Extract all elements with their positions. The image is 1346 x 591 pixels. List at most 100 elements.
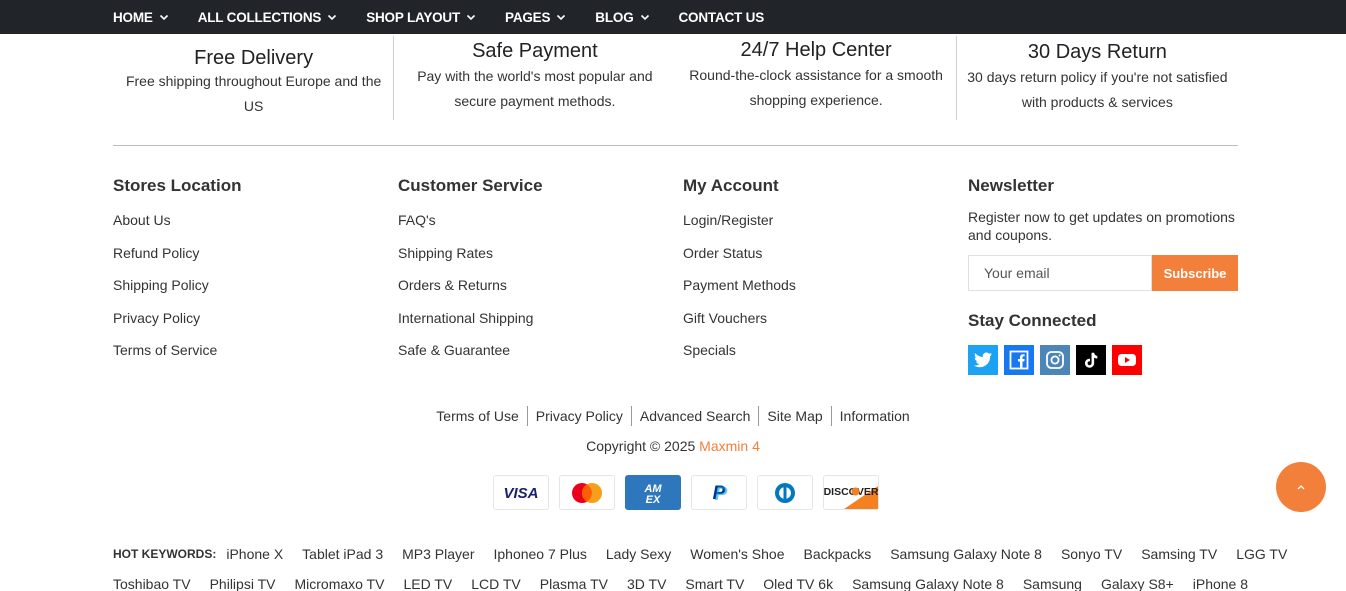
svg-text:P: P — [715, 484, 728, 504]
top-navigation: HOME ALL COLLECTIONS SHOP LAYOUT PAGES B… — [0, 0, 1346, 34]
nav-item-blog[interactable]: BLOG — [595, 10, 649, 25]
nav-item-pages[interactable]: PAGES — [505, 10, 566, 25]
footer-link[interactable]: Shipping Rates — [398, 244, 683, 262]
chevron-down-icon — [159, 12, 169, 22]
hot-keyword-link[interactable]: Samsung Galaxy Note 8 — [890, 546, 1042, 562]
hot-keyword-link[interactable]: Smart TV — [685, 576, 744, 591]
nav-item-shop-layout[interactable]: SHOP LAYOUT — [366, 10, 476, 25]
instagram-icon[interactable] — [1040, 345, 1070, 375]
social-links — [968, 345, 1238, 375]
bottom-link-site-map[interactable]: Site Map — [758, 406, 830, 426]
hot-keyword-link[interactable]: Lady Sexy — [606, 546, 671, 562]
twitter-icon[interactable] — [968, 345, 998, 375]
stay-connected-title: Stay Connected — [968, 311, 1097, 330]
hot-keyword-link[interactable]: Iphoneo 7 Plus — [493, 546, 586, 562]
footer-link[interactable]: FAQ's — [398, 211, 683, 229]
footer-link[interactable]: Order Status — [683, 244, 968, 262]
subscribe-button[interactable]: Subscribe — [1152, 255, 1238, 291]
footer-link[interactable]: Terms of Service — [113, 341, 398, 359]
hot-keyword-link[interactable]: LGG TV — [1236, 546, 1287, 562]
hot-keyword-link[interactable]: Plasma TV — [540, 576, 608, 591]
column-title: Stores Location — [113, 176, 242, 195]
footer-column-my-account: My Account Login/Register Order Status P… — [683, 175, 968, 374]
hot-keywords: HOT KEYWORDS: iPhone X Tablet iPad 3 MP3 P… — [113, 543, 1287, 591]
divider — [113, 145, 1238, 146]
nav-item-label: ALL COLLECTIONS — [197, 9, 322, 25]
feature-title: 30 Days Return — [1027, 41, 1167, 63]
payment-methods: VISA AM EX PP DISCOVER — [493, 475, 889, 510]
youtube-icon[interactable] — [1112, 345, 1142, 375]
footer-link[interactable]: Specials — [683, 341, 968, 359]
hot-keyword-link[interactable]: 3D TV — [627, 576, 666, 591]
footer-link[interactable]: Safe & Guarantee — [398, 341, 683, 359]
bottom-link-privacy[interactable]: Privacy Policy — [526, 406, 631, 426]
email-input[interactable] — [968, 255, 1152, 291]
bottom-link-information[interactable]: Information — [830, 406, 918, 426]
footer-link[interactable]: Orders & Returns — [398, 276, 683, 294]
footer-link[interactable]: Payment Methods — [683, 276, 968, 294]
footer-link[interactable]: Shipping Policy — [113, 276, 398, 294]
tiktok-icon[interactable] — [1076, 345, 1106, 375]
feature-free-delivery: Free Delivery Free shipping throughout E… — [113, 36, 395, 120]
hot-keyword-link[interactable]: Women's Shoe — [690, 546, 784, 562]
chevron-down-icon — [640, 12, 650, 22]
hot-keyword-link[interactable]: iPhone 8 — [1193, 576, 1248, 591]
amex-icon: AM EX — [625, 475, 681, 510]
svg-text:VISA: VISA — [503, 485, 538, 501]
footer-link[interactable]: Privacy Policy — [113, 309, 398, 327]
copyright: Copyright © 2025 Maxmin 4 — [0, 436, 1346, 456]
brand-link[interactable]: Maxmin 4 — [699, 438, 760, 454]
hot-keyword-link[interactable]: Toshibao TV — [113, 576, 191, 591]
hot-keyword-link[interactable]: Tablet iPad 3 — [302, 546, 383, 562]
hot-keyword-link[interactable]: Sonyo TV — [1061, 546, 1122, 562]
nav-item-label: CONTACT US — [678, 9, 765, 25]
hot-keyword-link[interactable]: Micromaxo TV — [294, 576, 384, 591]
copyright-text: Copyright © 2025 — [586, 438, 700, 454]
chevron-down-icon — [466, 12, 476, 22]
hot-keyword-link[interactable]: Philipsi TV — [210, 576, 276, 591]
nav-item-all-collections[interactable]: ALL COLLECTIONS — [198, 10, 338, 25]
nav-item-contact-us[interactable]: CONTACT US — [679, 10, 765, 25]
footer-column-stores: Stores Location About Us Refund Policy S… — [113, 175, 398, 374]
feature-title: 24/7 Help Center — [740, 39, 892, 61]
footer-link[interactable]: International Shipping — [398, 309, 683, 327]
nav-item-home[interactable]: HOME — [113, 10, 169, 25]
feature-description: Pay with the world's most popular and se… — [417, 68, 653, 109]
footer-link[interactable]: Login/Register — [683, 211, 968, 229]
feature-description: Free shipping throughout Europe and the … — [125, 73, 382, 114]
footer-link[interactable]: Gift Vouchers — [683, 309, 968, 327]
mastercard-icon — [559, 475, 615, 510]
chevron-down-icon — [556, 12, 566, 22]
nav-menu: HOME ALL COLLECTIONS SHOP LAYOUT PAGES B… — [113, 0, 793, 34]
svg-text:DISCOVER: DISCOVER — [824, 486, 878, 498]
back-to-top-button[interactable] — [1276, 462, 1326, 512]
footer-column-customer-service: Customer Service FAQ's Shipping Rates Or… — [398, 175, 683, 374]
newsletter-form: Subscribe — [968, 255, 1238, 291]
hot-keyword-link[interactable]: Backpacks — [804, 546, 872, 562]
column-title: Customer Service — [398, 176, 543, 195]
bottom-link-terms[interactable]: Terms of Use — [428, 406, 526, 426]
hot-keyword-link[interactable]: Samsung — [1023, 576, 1082, 591]
hot-keyword-link[interactable]: MP3 Player — [402, 546, 474, 562]
feature-days-return: 30 Days Return 30 days return policy if … — [957, 36, 1238, 120]
hot-keyword-link[interactable]: Oled TV 6k — [763, 576, 833, 591]
hot-keyword-link[interactable]: Samsing TV — [1141, 546, 1217, 562]
hot-keyword-link[interactable]: Galaxy S8+ — [1101, 576, 1174, 591]
visa-icon: VISA — [493, 475, 549, 510]
hot-keyword-link[interactable]: Samsung Galaxy Note 8 — [852, 576, 1004, 591]
footer-link[interactable]: Refund Policy — [113, 244, 398, 262]
nav-item-label: HOME — [113, 9, 153, 25]
hot-keyword-link[interactable]: iPhone X — [226, 546, 283, 562]
hot-keyword-link[interactable]: LCD TV — [471, 576, 521, 591]
newsletter-text: Register now to get updates on promotion… — [968, 209, 1235, 243]
chevron-up-icon — [1295, 478, 1307, 496]
features-row: Free Delivery Free shipping throughout E… — [113, 36, 1238, 120]
hot-keyword-link[interactable]: LED TV — [403, 576, 452, 591]
bottom-link-advanced-search[interactable]: Advanced Search — [630, 406, 759, 426]
nav-item-label: BLOG — [595, 9, 634, 25]
nav-item-label: PAGES — [505, 9, 551, 25]
footer-link[interactable]: About Us — [113, 211, 398, 229]
paypal-icon: PP — [691, 475, 747, 510]
feature-title: Safe Payment — [472, 40, 598, 62]
facebook-icon[interactable] — [1004, 345, 1034, 375]
